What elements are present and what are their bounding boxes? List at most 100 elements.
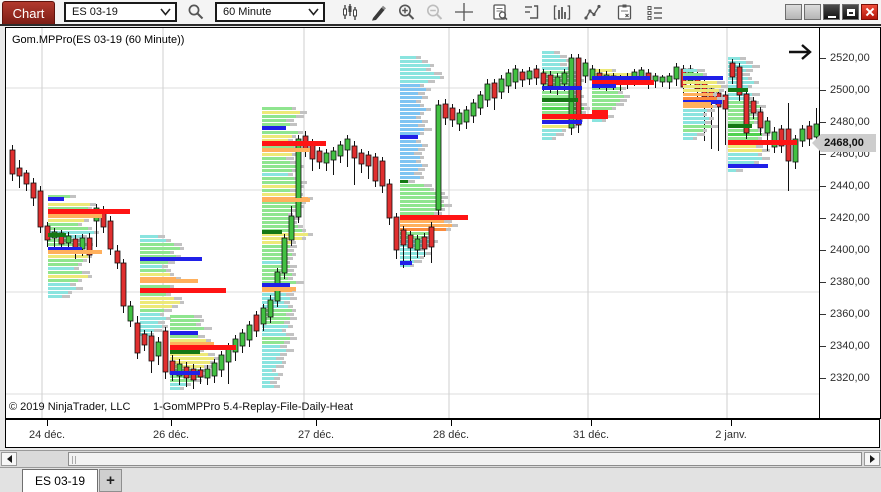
crosshair-icon[interactable]	[453, 2, 475, 22]
histogram-icon[interactable]	[551, 2, 573, 22]
value-area-line	[170, 371, 200, 375]
profile-row	[400, 152, 414, 155]
zigzag-icon[interactable]	[582, 2, 604, 22]
profile-row-tail	[418, 148, 425, 151]
candle	[806, 125, 813, 140]
candle	[540, 72, 547, 85]
chart-workspace-tab[interactable]: Chart	[2, 1, 55, 24]
profile-row	[400, 192, 438, 195]
profile-row	[400, 180, 408, 183]
close-icon	[865, 7, 875, 17]
close-button[interactable]	[861, 4, 878, 20]
profile-row-tail	[703, 129, 707, 132]
report-icon[interactable]	[489, 2, 511, 22]
profile-row-tail	[292, 273, 296, 276]
list-icon[interactable]	[644, 2, 666, 22]
value-area-line	[683, 76, 723, 80]
profile-row-tail	[160, 313, 164, 316]
profile-row	[400, 220, 444, 223]
profile-row-tail	[294, 217, 300, 220]
chart-canvas[interactable]: Gom.MPPro(ES 03-19 (60 Minute)) © 2019 N…	[5, 27, 820, 419]
instrument-selector[interactable]: ES 03-19	[64, 2, 177, 22]
profile-row-tail	[166, 293, 171, 296]
tab-es-03-19[interactable]: ES 03-19	[22, 469, 98, 492]
candle	[65, 235, 72, 244]
profile-row	[683, 93, 713, 96]
profile-row	[400, 112, 420, 115]
profile-row-tail	[170, 273, 174, 276]
value-area-line	[48, 197, 64, 201]
zoom-in-icon[interactable]	[395, 2, 417, 22]
profile-row	[48, 283, 70, 286]
profile-row	[262, 381, 270, 384]
profile-row-tail	[416, 116, 421, 119]
profile-row	[262, 261, 284, 264]
profile-row-tail	[288, 325, 293, 328]
scroll-left-button[interactable]	[1, 452, 17, 466]
maximize-button[interactable]	[842, 4, 859, 20]
candle	[463, 109, 470, 123]
scrollbar-thumb[interactable]	[68, 452, 862, 466]
bars-icon[interactable]	[339, 2, 361, 22]
minimize-button[interactable]	[823, 4, 840, 20]
profile-row	[140, 235, 158, 238]
profile-row-tail	[719, 89, 724, 92]
candle	[288, 215, 295, 241]
scroll-right-icon	[869, 455, 875, 463]
profile-row	[592, 119, 602, 122]
value-area-line	[262, 287, 296, 291]
profile-row	[262, 309, 292, 312]
profile-row-tail	[206, 339, 211, 342]
profile-row-tail	[274, 377, 280, 380]
profile-row	[262, 333, 286, 336]
profile-row-tail	[408, 180, 415, 183]
profile-row	[683, 85, 721, 88]
profile-row	[400, 160, 416, 163]
date-tick	[591, 420, 592, 426]
pencil-icon[interactable]	[367, 2, 389, 22]
date-tick	[731, 420, 732, 426]
profile-row	[262, 119, 286, 122]
add-tab-button[interactable]: +	[99, 469, 122, 492]
profile-row	[728, 157, 762, 160]
profile-row-tail	[154, 329, 162, 332]
profile-row-tail	[200, 319, 204, 322]
strategy-icon[interactable]	[613, 2, 635, 22]
search-icon[interactable]	[185, 2, 207, 22]
profile-row-tail	[612, 107, 616, 110]
profile-row-tail	[286, 333, 294, 336]
candle	[9, 149, 16, 175]
profile-row	[262, 377, 274, 380]
profile-row-tail	[422, 144, 428, 147]
profile-row	[262, 189, 290, 192]
candle	[659, 76, 666, 83]
profile-row-tail	[288, 213, 293, 216]
profile-row-tail	[82, 271, 90, 274]
profile-row-tail	[296, 281, 304, 284]
go-to-end-arrow-icon[interactable]	[786, 41, 816, 63]
candle	[813, 123, 819, 138]
profile-row	[400, 64, 430, 67]
price-tick	[820, 250, 826, 251]
date-axis[interactable]: 24 déc. 26 déc. 27 déc. 28 déc. 31 déc. 2 jan…	[5, 419, 880, 448]
profile-row	[400, 96, 422, 99]
candle	[673, 66, 680, 80]
profile-row	[48, 271, 82, 274]
panel-icon[interactable]	[520, 2, 542, 22]
profile-row-tail	[746, 61, 753, 64]
price-tick	[820, 154, 826, 155]
profile-row	[262, 365, 276, 368]
interval-link-button[interactable]	[804, 4, 821, 20]
profile-row	[262, 345, 280, 348]
profile-row-tail	[452, 224, 458, 227]
zoom-out-icon[interactable]	[423, 2, 445, 22]
price-axis[interactable]: 2520,00 2500,00 2480,00 2460,00 2440,00 2420,…	[812, 27, 881, 419]
profile-row	[262, 111, 300, 114]
profile-row	[262, 253, 292, 256]
scroll-right-button[interactable]	[864, 452, 880, 466]
profile-row-tail	[196, 323, 201, 326]
horizontal-scrollbar[interactable]	[0, 450, 881, 468]
interval-selector[interactable]: 60 Minute	[215, 2, 325, 22]
profile-row	[400, 208, 438, 211]
instrument-link-button[interactable]	[785, 4, 802, 20]
